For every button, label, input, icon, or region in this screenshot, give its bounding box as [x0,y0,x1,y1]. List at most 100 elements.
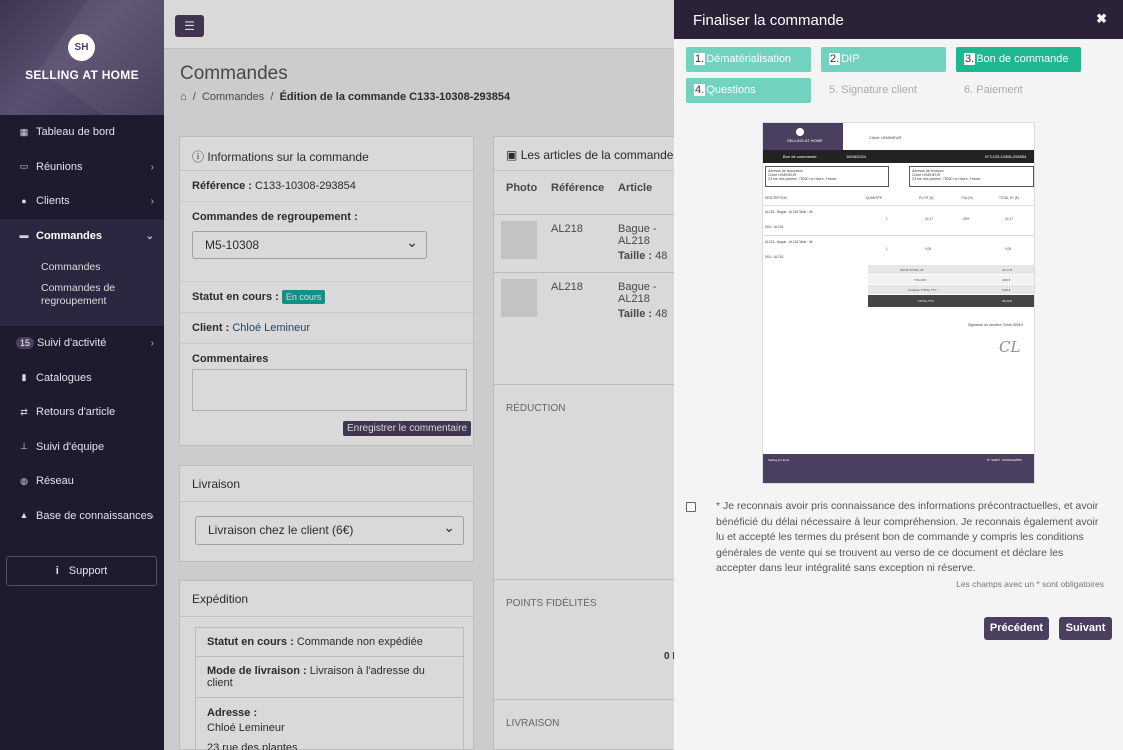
doc-date: 16/08/2024 [846,154,867,159]
step-number: 3. [964,53,976,65]
sitemap-icon: ⊥ [20,441,28,452]
required-fields-note: Les champs avec un * sont obligatoires [956,579,1104,589]
modal-backdrop[interactable] [164,0,674,750]
doc-col: PU HT (€) [919,196,934,200]
chevron-right-icon: › [150,196,154,207]
card-icon: ▬ [19,230,29,241]
doc-client-name: Chloé LEMINEUR [869,135,902,140]
doc-shipping-street: 23 rue des plantes, 75000 Le Havre, Fran… [912,177,981,181]
doc-title-bar: Bon de commande 16/08/2024 N°C133-10308-… [763,150,1034,163]
doc-billing-street: 23 rue des plantes, 75000 Le Havre, Fran… [768,177,837,181]
sidebar-item-tableau-de-bord[interactable]: ▦ Tableau de bord [0,115,164,150]
doc-col: DESCRIPTION [765,196,787,200]
sidebar-item-commandes[interactable]: ▬ Commandes ⌄ [0,218,164,253]
doc-line-desc: AL218 - Bague - AL218 Taille : 48 [765,210,813,214]
client-signature: CL [999,338,1021,356]
sidebar-submenu: Commandes Commandes de regroupement [0,253,164,326]
doc-line-desc: AL218 - Bague - AL218 Taille : 48 [765,240,813,244]
doc-subtotal: SOUS-TOTAL HT 24,17 € [868,265,1034,274]
step-dematerialisation[interactable]: 1. Dématérialisation [686,47,811,72]
consent-checkbox[interactable] [686,502,696,512]
modal-title: Finaliser la commande [693,12,844,29]
doc-ref: N°C133-10308-293854 [985,154,1027,159]
sidebar-subitem-commandes[interactable]: Commandes [41,261,164,274]
sidebar-nav: ▦ Tableau de bord ▭ Réunions › ● Clients › ▬ C… [0,115,164,533]
exchange-icon: ⇄ [20,406,28,417]
support-button[interactable]: i Support [6,556,157,586]
doc-line-code: SKU : AL218 [765,255,784,259]
doc-line-qty: 1 [886,247,888,251]
book-icon: ▮ [21,372,27,383]
previous-button[interactable]: Précédent [984,617,1049,640]
info-icon: i [55,565,59,577]
support-label: Support [68,565,108,577]
close-icon[interactable]: ✖ [1096,11,1107,27]
step-number: 2. [829,53,841,65]
sidebar-item-label: Suivi d'équipe [36,440,105,453]
sidebar-item-label: Clients [36,195,70,208]
step-questions[interactable]: 4. Questions [686,78,811,103]
chevron-right-icon: › [150,161,154,173]
doc-grand-total-label: TOTAL TTC [918,299,934,303]
sidebar-item-retours[interactable]: ⇄ Retours d'article [0,395,164,430]
consent-text: * Je reconnais avoir pris connaissance d… [716,500,1099,574]
doc-total-value: 6,00 € [1002,288,1011,292]
doc-grand-total: TOTAL TTC 35,00 € [868,295,1034,307]
logo-icon: SH [68,34,95,61]
doc-line-code: SKU : AL218 [765,225,784,229]
doc-tva: TVA 20% 4,83 € [868,275,1034,284]
sidebar-item-reseau[interactable]: ◍ Réseau [0,464,164,499]
doc-col: TVA (%) [961,196,973,200]
doc-title: Bon de commande [783,154,817,159]
doc-line-pu: 0,00 [925,247,932,251]
sidebar-item-label: Commandes [36,229,103,242]
sidebar-item-label: Base de connaissances [36,509,153,522]
step-number: 4. [694,84,706,96]
brand[interactable]: SH SELLING AT HOME [0,0,164,115]
sidebar-item-base-connaissances[interactable]: ▲ Base de connaissances › [0,499,164,534]
sidebar-item-label: Catalogues [36,371,92,384]
sidebar-item-reunions[interactable]: ▭ Réunions › [0,150,164,185]
next-button[interactable]: Suivant [1059,617,1112,640]
doc-footer: Selling At Home N° SIRET : 823A0A02556 [763,454,1034,483]
finalize-order-modal: Finaliser la commande ✖ 1. Dématérialisat… [674,0,1123,750]
doc-line-qty: 1 [886,217,888,221]
step-label: 6. Paiement [964,84,1023,96]
step-label: 5. Signature client [829,84,918,96]
doc-total-label: SOUS-TOTAL HT [900,268,924,272]
doc-line: AL218 - Bague - AL218 Taille : 48 SKU : … [763,235,1034,265]
sidebar-item-label: Réunions [36,160,83,173]
dashboard-icon: ▦ [19,126,29,137]
sidebar-item-suivi-activite[interactable]: 15 Suivi d'activité › [0,326,164,361]
doc-brand-block: SELLING AT HOME [763,123,843,150]
doc-line: AL218 - Bague - AL218 Taille : 48 SKU : … [763,205,1034,235]
doc-billing-box: Adresse de facturation Chloé LEMINEUR 23… [765,166,889,187]
doc-total-value: 24,17 € [1002,268,1013,272]
chevron-right-icon: › [150,338,154,349]
step-dip[interactable]: 2. DIP [821,47,946,72]
graduation-icon: ▲ [19,510,29,521]
globe-icon: ◍ [20,475,28,486]
sidebar-item-clients[interactable]: ● Clients › [0,184,164,219]
step-paiement: 6. Paiement [956,78,1081,103]
step-bon-de-commande[interactable]: 3. Bon de commande [956,47,1081,72]
doc-total-value: 4,83 € [1002,278,1011,282]
sidebar-item-catalogues[interactable]: ▮ Catalogues [0,361,164,396]
doc-col: QUANTITÉ [866,196,883,200]
brand-name: SELLING AT HOME [25,68,139,82]
sidebar-item-label: Suivi d'activité [37,337,107,350]
doc-total-label: TVA 20% [914,278,927,282]
users-icon: ● [21,195,27,206]
sidebar-item-label: Réseau [36,475,74,488]
sidebar-item-suivi-equipe[interactable]: ⊥ Suivi d'équipe [0,430,164,465]
step-label: DIP [841,53,860,65]
order-form-preview: SELLING AT HOME Chloé LEMINEUR Bon de co… [762,122,1035,484]
step-signature-client: 5. Signature client [821,78,946,103]
chevron-right-icon: › [150,510,154,522]
sidebar-subitem-regroupement[interactable]: Commandes de regroupement [41,282,126,308]
doc-logo-icon [796,128,804,136]
doc-shipping-box: Adresse de livraison Chloé LEMINEUR 23 r… [909,166,1034,187]
doc-signature-label: Signature du vendeur Chloé DEMO [968,323,1024,327]
modal-header: Finaliser la commande ✖ [674,0,1123,39]
step-label: Dématérialisation [706,53,792,65]
